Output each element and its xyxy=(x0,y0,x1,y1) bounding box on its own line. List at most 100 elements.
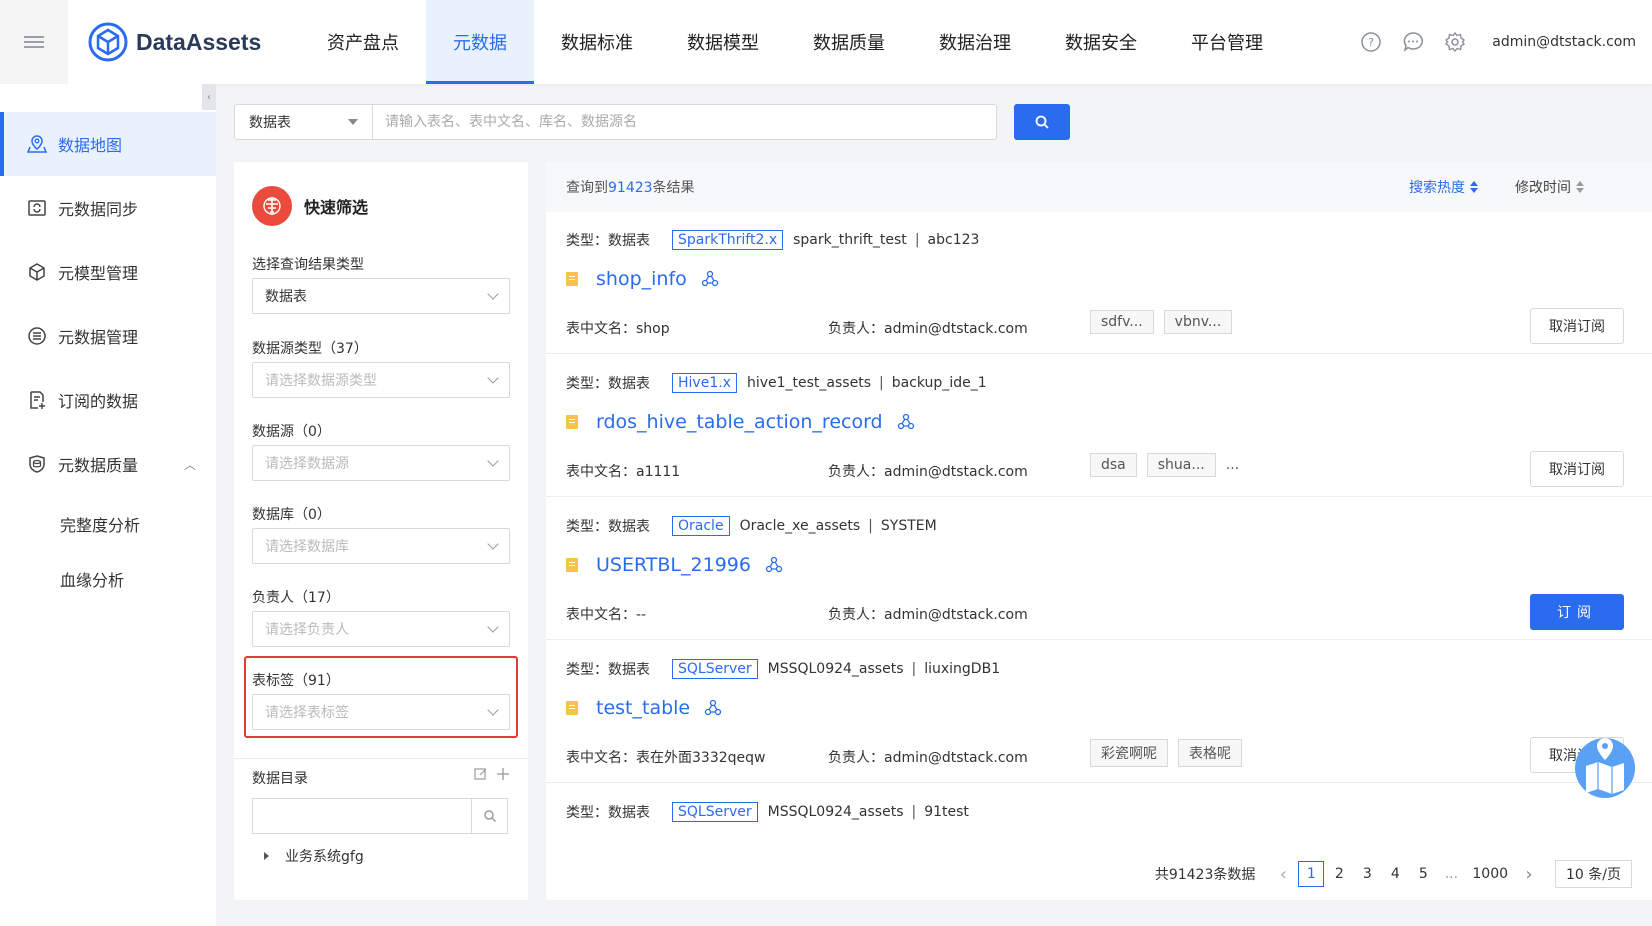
catalog-search-input[interactable] xyxy=(253,799,471,833)
result-count-text: 查询到91423条结果 xyxy=(566,177,695,197)
sidebar-item-metadata-management[interactable]: 元数据管理 xyxy=(0,304,216,368)
table-name-row: USERTBL_21996 xyxy=(566,554,783,576)
separator: | xyxy=(868,518,873,534)
type-label: 类型： xyxy=(566,233,608,249)
datasource-type-select[interactable]: 请选择数据源类型 xyxy=(252,362,510,398)
page-1[interactable]: 1 xyxy=(1298,861,1325,887)
table-name-link[interactable]: rdos_hive_table_action_record xyxy=(596,411,883,433)
menu-toggle-button[interactable] xyxy=(0,0,68,84)
sort-by-modified[interactable]: 修改时间 xyxy=(1515,177,1584,197)
type-label: 类型： xyxy=(566,662,608,678)
search-button[interactable] xyxy=(1014,104,1070,140)
result-card: 类型： 数据表 SQLServer MSSQL0924_assets | 91test xyxy=(546,784,1652,848)
settings-gear-icon[interactable] xyxy=(1444,31,1466,53)
lineage-icon[interactable] xyxy=(897,413,915,431)
page-ellipsis[interactable]: ... xyxy=(1438,861,1464,887)
search-input[interactable] xyxy=(372,104,997,140)
type-label: 类型： xyxy=(566,376,608,392)
owner-select[interactable]: 请选择负责人 xyxy=(252,611,510,647)
nav-data-model[interactable]: 数据模型 xyxy=(660,0,786,84)
schema-name: liuxingDB1 xyxy=(924,661,1001,677)
datasource-type-label: 数据源类型（37） xyxy=(252,341,368,357)
table-tag: dsa xyxy=(1090,453,1137,477)
highlight-box xyxy=(244,656,518,738)
sidebar-item-meta-model[interactable]: 元模型管理 xyxy=(0,240,216,304)
page-3[interactable]: 3 xyxy=(1354,861,1380,887)
schema-name: SYSTEM xyxy=(880,518,937,534)
owner-info: 负责人：admin@dtstack.com xyxy=(828,604,1028,624)
page-2[interactable]: 2 xyxy=(1326,861,1352,887)
page-last[interactable]: 1000 xyxy=(1466,861,1514,887)
nav-data-standard[interactable]: 数据标准 xyxy=(534,0,660,84)
sidebar-item-subscribed-data[interactable]: 订阅的数据 xyxy=(0,368,216,432)
datasource-select[interactable]: 请选择数据源 xyxy=(252,445,510,481)
lineage-icon[interactable] xyxy=(765,556,783,574)
table-name-link[interactable]: USERTBL_21996 xyxy=(596,554,751,576)
main-nav: 资产盘点 元数据 数据标准 数据模型 数据质量 数据治理 数据安全 平台管理 xyxy=(300,0,1290,84)
next-page-icon[interactable]: › xyxy=(1516,861,1542,887)
app-logo[interactable]: DataAssets xyxy=(88,22,280,62)
tag-list: dsa shua...... xyxy=(1090,453,1239,477)
map-icon xyxy=(26,133,48,155)
tag-list: sdfv... vbnv... xyxy=(1090,310,1242,334)
database-select[interactable]: 请选择数据库 xyxy=(252,528,510,564)
database-name: MSSQL0924_assets xyxy=(767,804,904,820)
pagination-total: 共91423条数据 xyxy=(1154,867,1256,883)
subscribe-button[interactable]: 订阅 xyxy=(1530,594,1624,630)
nav-metadata[interactable]: 元数据 xyxy=(426,0,534,84)
search-type-value: 数据表 xyxy=(249,115,291,131)
cn-name-value: -- xyxy=(636,607,647,623)
nav-data-quality[interactable]: 数据质量 xyxy=(786,0,912,84)
add-icon[interactable] xyxy=(496,767,510,785)
edit-icon[interactable] xyxy=(474,767,488,785)
catalog-search-button[interactable] xyxy=(471,799,507,833)
nav-asset-inventory[interactable]: 资产盘点 xyxy=(300,0,426,84)
lineage-icon[interactable] xyxy=(701,270,719,288)
owner-value: admin@dtstack.com xyxy=(884,464,1028,480)
caret-right-icon xyxy=(264,852,269,860)
datasource-label: 数据源（0） xyxy=(252,424,331,440)
table-icon xyxy=(566,558,578,572)
message-icon[interactable] xyxy=(1402,31,1424,53)
assistant-float-button[interactable] xyxy=(1572,732,1638,802)
catalog-tree-node[interactable]: 业务系统gfg xyxy=(264,846,364,866)
table-name-link[interactable]: test_table xyxy=(596,697,690,719)
lineage-icon[interactable] xyxy=(704,699,722,717)
catalog-search xyxy=(252,798,508,834)
nav-data-governance[interactable]: 数据治理 xyxy=(912,0,1038,84)
sidebar-item-data-map[interactable]: 数据地图 xyxy=(0,112,216,176)
chevron-down-icon xyxy=(487,538,499,550)
nav-platform-admin[interactable]: 平台管理 xyxy=(1164,0,1290,84)
svg-text:?: ? xyxy=(1368,36,1374,49)
table-name-row: rdos_hive_table_action_record xyxy=(566,411,915,433)
more-tags[interactable]: ... xyxy=(1226,457,1239,473)
search-type-select[interactable]: 数据表 xyxy=(234,104,372,140)
owner-info: 负责人：admin@dtstack.com xyxy=(828,461,1028,481)
nav-data-security[interactable]: 数据安全 xyxy=(1038,0,1164,84)
help-icon[interactable]: ? xyxy=(1360,31,1382,53)
table-name-link[interactable]: shop_info xyxy=(596,268,687,290)
unsubscribe-button[interactable]: 取消订阅 xyxy=(1530,451,1624,487)
tag-list: 彩瓷啊呢 表格呢 xyxy=(1090,739,1252,767)
page-size-select[interactable]: 10 条/页 xyxy=(1555,860,1632,888)
result-card: 类型： 数据表 Hive1.x hive1_test_assets | backup_id… xyxy=(546,355,1652,497)
sort-by-hotness[interactable]: 搜索热度 xyxy=(1409,177,1478,197)
results-panel: 查询到91423条结果 搜索热度 修改时间 类型： 数据表 SparkThrift2… xyxy=(546,162,1652,900)
prev-page-icon[interactable]: ‹ xyxy=(1270,861,1296,887)
table-icon xyxy=(566,272,578,286)
page-4[interactable]: 4 xyxy=(1382,861,1408,887)
schema-name: 91test xyxy=(924,804,969,820)
chevron-up-icon: ︿ xyxy=(183,457,196,472)
sidebar-item-metadata-sync[interactable]: 元数据同步 xyxy=(0,176,216,240)
sidebar-item-completeness-analysis[interactable]: 完整度分析 xyxy=(0,496,216,551)
app-name: DataAssets xyxy=(136,28,262,55)
sidebar-item-metadata-quality[interactable]: 元数据质量 ︿ xyxy=(0,432,216,496)
result-type-select[interactable]: 数据表 xyxy=(252,278,510,314)
page-5[interactable]: 5 xyxy=(1410,861,1436,887)
sidebar-collapse-button[interactable]: ‹ xyxy=(202,84,216,110)
separator: | xyxy=(911,661,917,677)
sidebar-item-label: 元数据同步 xyxy=(58,200,139,219)
unsubscribe-button[interactable]: 取消订阅 xyxy=(1530,308,1624,344)
sidebar-item-lineage-analysis[interactable]: 血缘分析 xyxy=(0,551,216,606)
user-account[interactable]: admin@dtstack.com xyxy=(1492,34,1636,50)
